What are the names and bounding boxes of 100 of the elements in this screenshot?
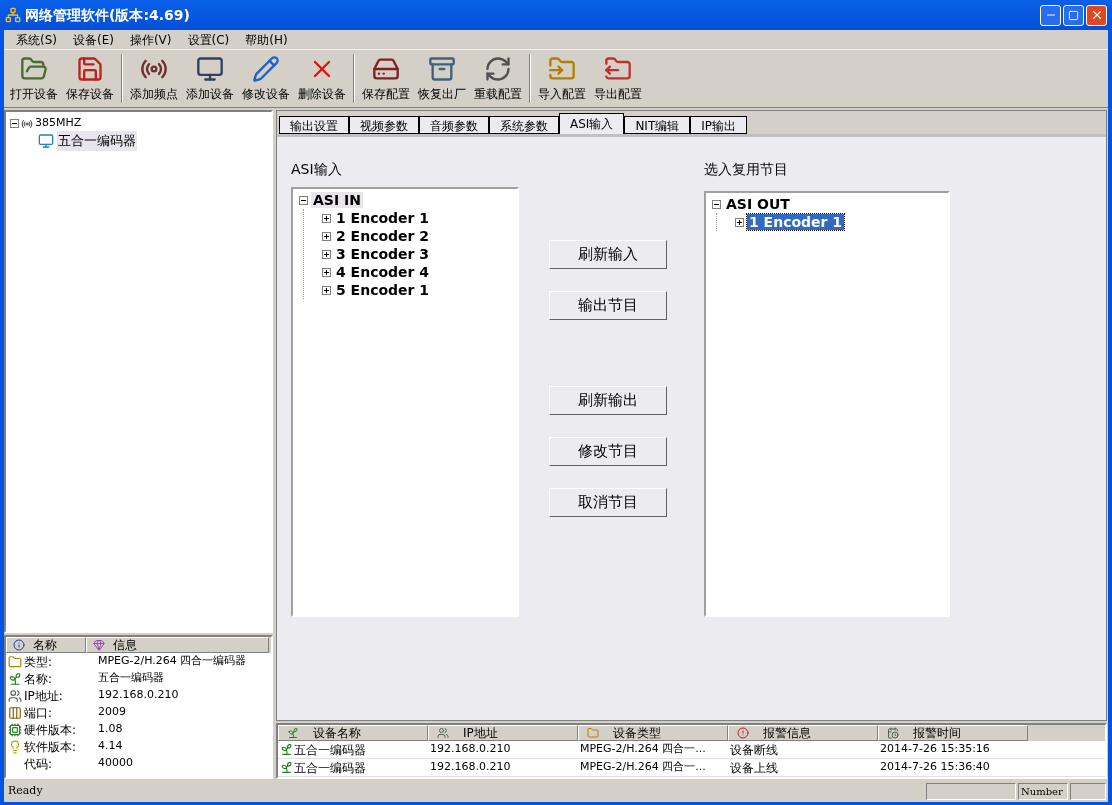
info-value: 1.08 — [98, 721, 123, 738]
sprout-icon — [280, 743, 293, 756]
tree-item[interactable]: ASI OUT — [724, 196, 792, 212]
tree-item[interactable]: 3 Encoder 3 — [334, 246, 432, 262]
tree-item[interactable]: 2 Encoder 2 — [334, 228, 432, 244]
tree-item[interactable]: 五合一编码器 — [57, 131, 137, 151]
close-button[interactable] — [1086, 4, 1107, 26]
column-header[interactable]: 名称 — [6, 637, 86, 653]
toolbar-button[interactable]: 删除设备 — [294, 50, 350, 107]
tab[interactable]: 音频参数 — [419, 116, 489, 134]
table-cell: 192.168.0.210 — [430, 759, 511, 776]
app-icon — [5, 7, 21, 23]
tree-item[interactable]: 5 Encoder 1 — [334, 282, 432, 298]
maximize-button[interactable] — [1063, 4, 1084, 26]
alert-icon — [737, 727, 749, 739]
table-cell: 2014-7-26 15:35:16 — [880, 741, 990, 758]
toolbar-button[interactable]: 添加设备 — [182, 50, 238, 107]
expand-toggle-icon[interactable] — [322, 267, 331, 277]
menu-item[interactable]: 帮助(H) — [237, 30, 296, 49]
toolbar-button[interactable]: 导出配置 — [590, 50, 646, 107]
collapse-toggle-icon[interactable] — [712, 199, 721, 209]
tree-item[interactable]: ASI IN — [311, 192, 363, 208]
calendar-icon — [887, 727, 899, 739]
lightbulb-icon — [8, 739, 22, 754]
maximize-icon — [1068, 9, 1079, 21]
tree-item[interactable]: 1 Encoder 1 — [334, 210, 432, 226]
collapse-toggle-icon[interactable] — [10, 119, 19, 128]
toolbar-button[interactable]: 保存设备 — [62, 50, 118, 107]
table-cell: 2014-7-26 15:36:40 — [880, 759, 990, 776]
column-header[interactable]: 信息 — [86, 637, 269, 653]
toolbar-button[interactable]: 打开设备 — [6, 50, 62, 107]
monitor-icon — [196, 55, 224, 83]
sprout-icon — [280, 761, 293, 774]
menu-item[interactable]: 设置(C) — [179, 30, 238, 49]
toolbar-button[interactable]: 保存配置 — [358, 50, 414, 107]
column-header[interactable]: 报警信息 — [728, 725, 878, 741]
toolbar-button[interactable]: 添加频点 — [126, 50, 182, 107]
floppy-icon — [76, 55, 104, 83]
info-label: IP地址: — [24, 687, 64, 705]
refresh-icon — [484, 55, 512, 83]
minimize-button[interactable] — [1040, 4, 1061, 26]
info-label: 类型: — [24, 653, 54, 671]
action-button[interactable]: 取消节目 — [549, 488, 667, 517]
info-value: 40000 — [98, 755, 133, 772]
menu-item[interactable]: 系统(S) — [8, 30, 65, 49]
info-value: 2009 — [98, 704, 126, 721]
info-value: 4.14 — [98, 738, 123, 755]
tree-item[interactable]: 1 Encoder 1 — [747, 214, 845, 230]
tab[interactable]: ASI输入 — [559, 113, 625, 134]
info-label: 端口: — [24, 704, 54, 722]
toolbar-button[interactable]: 导入配置 — [534, 50, 590, 107]
column-header[interactable]: 设备名称 — [278, 725, 428, 741]
toolbar-button[interactable]: 恢复出厂 — [414, 50, 470, 107]
toolbar-button[interactable]: 修改设备 — [238, 50, 294, 107]
action-button[interactable]: 修改节目 — [549, 437, 667, 466]
column-header[interactable]: 报警时间 — [878, 725, 1028, 741]
window-title: 网络管理软件(版本:4.69) — [25, 5, 190, 25]
panel-title: 选入复用节目 — [704, 160, 789, 179]
antenna-icon — [21, 117, 33, 130]
tab[interactable]: 输出设置 — [279, 116, 349, 134]
menu-item[interactable]: 操作(V) — [121, 30, 180, 49]
info-value: 192.168.0.210 — [98, 687, 179, 704]
sprout-icon — [8, 671, 22, 686]
folder-icon — [8, 654, 22, 669]
folder-icon — [604, 55, 632, 83]
tree-item[interactable]: 4 Encoder 4 — [334, 264, 432, 280]
info-label: 名称: — [24, 670, 54, 688]
status-panel — [1070, 783, 1106, 800]
folder-icon — [548, 55, 576, 83]
expand-toggle-icon[interactable] — [322, 249, 331, 259]
table-cell-text: 设备上线 — [730, 759, 778, 777]
chip-icon — [8, 722, 22, 737]
table-cell-text: 五合一编码器 — [294, 759, 366, 777]
menu-item[interactable]: 设备(E) — [65, 30, 122, 49]
expand-toggle-icon[interactable] — [322, 231, 331, 241]
expand-toggle-icon[interactable] — [322, 213, 331, 223]
expand-toggle-icon[interactable] — [322, 285, 331, 295]
tree-item[interactable]: 385MHZ — [35, 115, 82, 132]
info-value: MPEG-2/H.264 四合一编码器 — [98, 653, 247, 670]
pencil-icon — [252, 55, 280, 83]
tab[interactable]: IP输出 — [690, 116, 747, 134]
info-icon — [13, 639, 25, 651]
action-button[interactable]: 输出节目 — [549, 291, 667, 320]
tab[interactable]: 系统参数 — [489, 116, 559, 134]
collapse-toggle-icon[interactable] — [299, 195, 308, 205]
table-cell: MPEG-2/H.264 四合一... — [580, 759, 706, 776]
toolbar-button[interactable]: 重载配置 — [470, 50, 526, 107]
info-label: 软件版本: — [24, 738, 78, 756]
column-header[interactable]: 设备类型 — [578, 725, 728, 741]
expand-toggle-icon[interactable] — [735, 217, 744, 227]
tab[interactable]: NIT编辑 — [624, 116, 691, 134]
status-indicator: Number — [1018, 783, 1068, 800]
tab[interactable]: 视频参数 — [349, 116, 419, 134]
panel-title: ASI输入 — [291, 160, 343, 179]
table-cell-text: 五合一编码器 — [294, 741, 366, 759]
action-button[interactable]: 刷新输出 — [549, 386, 667, 415]
action-button[interactable]: 刷新输入 — [549, 240, 667, 269]
table-cell-text: 设备断线 — [730, 741, 778, 759]
gem-icon — [93, 639, 105, 651]
column-header[interactable]: IP地址 — [428, 725, 578, 741]
